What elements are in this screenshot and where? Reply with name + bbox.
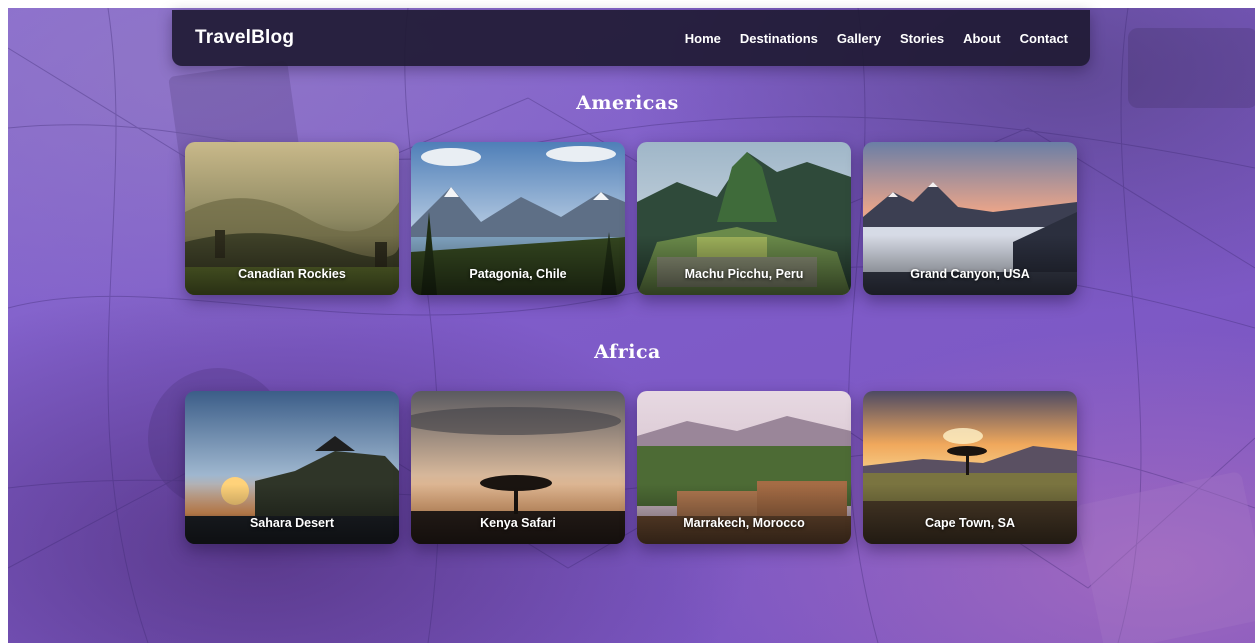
- nav-links: Home Destinations Gallery Stories About …: [685, 31, 1068, 46]
- nav-link-gallery[interactable]: Gallery: [837, 31, 881, 46]
- card-overlay: [411, 484, 625, 544]
- card-title: Sahara Desert: [249, 516, 335, 530]
- card-overlay: [863, 484, 1077, 544]
- card-title: Machu Picchu, Peru: [684, 267, 804, 281]
- brand-logo[interactable]: TravelBlog: [195, 27, 294, 49]
- card-overlay: [637, 484, 851, 544]
- card-overlay: [185, 484, 399, 544]
- card-title: Grand Canyon, USA: [910, 267, 1030, 281]
- card-overlay: [185, 235, 399, 295]
- nav-link-contact[interactable]: Contact: [1020, 31, 1068, 46]
- card-overlay: [411, 235, 625, 295]
- nav-link-home[interactable]: Home: [685, 31, 721, 46]
- card-title: Marrakech, Morocco: [683, 516, 805, 530]
- americas-card-grid: Canadian Rockies Patagonia, Chile Machu …: [185, 142, 1077, 295]
- destination-card-sahara-desert[interactable]: Sahara Desert: [185, 391, 399, 544]
- nav-link-destinations[interactable]: Destinations: [740, 31, 818, 46]
- top-navbar: TravelBlog Home Destinations Gallery Sto…: [172, 10, 1090, 66]
- card-title: Cape Town, SA: [924, 516, 1016, 530]
- section-title-americas: Americas: [576, 92, 679, 114]
- card-title: Kenya Safari: [480, 516, 556, 530]
- nav-link-about[interactable]: About: [963, 31, 1001, 46]
- destination-card-cape-town[interactable]: Cape Town, SA: [863, 391, 1077, 544]
- africa-card-grid: Sahara Desert Kenya Safari Marrakech, Mo…: [185, 391, 1077, 544]
- destination-card-grand-canyon[interactable]: Grand Canyon, USA: [863, 142, 1077, 295]
- destination-card-patagonia[interactable]: Patagonia, Chile: [411, 142, 625, 295]
- card-overlay: [863, 235, 1077, 295]
- destination-card-machu-picchu[interactable]: Machu Picchu, Peru: [637, 142, 851, 295]
- section-title-africa: Africa: [594, 341, 661, 363]
- nav-link-stories[interactable]: Stories: [900, 31, 944, 46]
- card-title: Patagonia, Chile: [469, 267, 567, 281]
- card-title: Canadian Rockies: [238, 267, 346, 281]
- destination-card-canadian-rockies[interactable]: Canadian Rockies: [185, 142, 399, 295]
- destination-card-kenya-safari[interactable]: Kenya Safari: [411, 391, 625, 544]
- card-overlay: [637, 235, 851, 295]
- destination-card-marrakech[interactable]: Marrakech, Morocco: [637, 391, 851, 544]
